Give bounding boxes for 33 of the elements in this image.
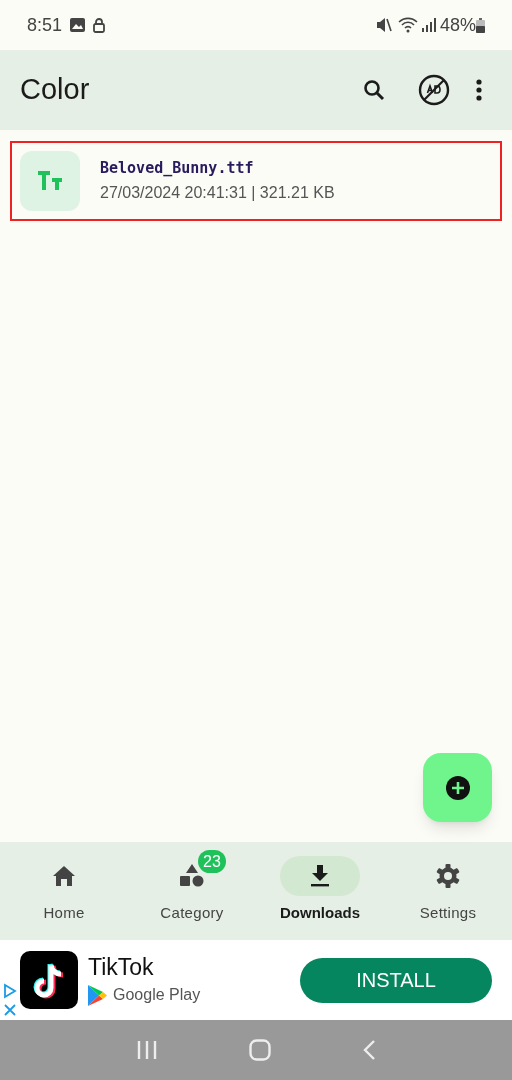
ad-choices-icon[interactable] xyxy=(3,983,17,1017)
file-name: Beloved_Bunny.ttf xyxy=(100,157,255,179)
status-time: 8:51 xyxy=(27,13,63,37)
count-badge: 23 xyxy=(198,850,226,873)
settings-icon xyxy=(435,863,461,889)
shapes-icon xyxy=(179,864,205,888)
add-button[interactable] xyxy=(423,753,492,822)
lock-icon xyxy=(93,17,106,33)
ad-store-name: Google Play xyxy=(113,985,201,1005)
nav-tab[interactable]: 23 Category xyxy=(128,842,256,940)
search-icon xyxy=(362,78,386,102)
download-icon xyxy=(310,865,330,887)
app-title: Color xyxy=(20,72,90,108)
image-icon xyxy=(70,18,86,32)
wifi-icon xyxy=(397,17,418,33)
file-details: 27/03/2024 20:41:31 | 321.21 KB xyxy=(100,183,335,204)
font-file-icon xyxy=(20,151,80,211)
ad-app-name: TikTok xyxy=(88,953,155,981)
signal-icon xyxy=(421,18,436,32)
home-icon xyxy=(52,865,76,887)
nav-tab[interactable]: Downloads xyxy=(256,842,384,940)
mute-icon xyxy=(375,17,392,33)
file-item[interactable]: Beloved_Bunny.ttf 27/03/2024 20:41:31 | 321.21 KB xyxy=(10,141,502,221)
more-icon xyxy=(476,79,482,101)
battery-percentage: 48% xyxy=(439,13,476,37)
play-store-icon xyxy=(88,984,107,1006)
no-ads-icon xyxy=(418,74,450,106)
app-logo xyxy=(20,951,78,1009)
battery-icon xyxy=(476,17,485,33)
nav-tab[interactable]: Home xyxy=(0,842,128,940)
plus-icon xyxy=(445,775,470,800)
nav-tab[interactable]: Settings xyxy=(384,842,512,940)
install-button[interactable]: INSTALL xyxy=(300,957,492,1003)
